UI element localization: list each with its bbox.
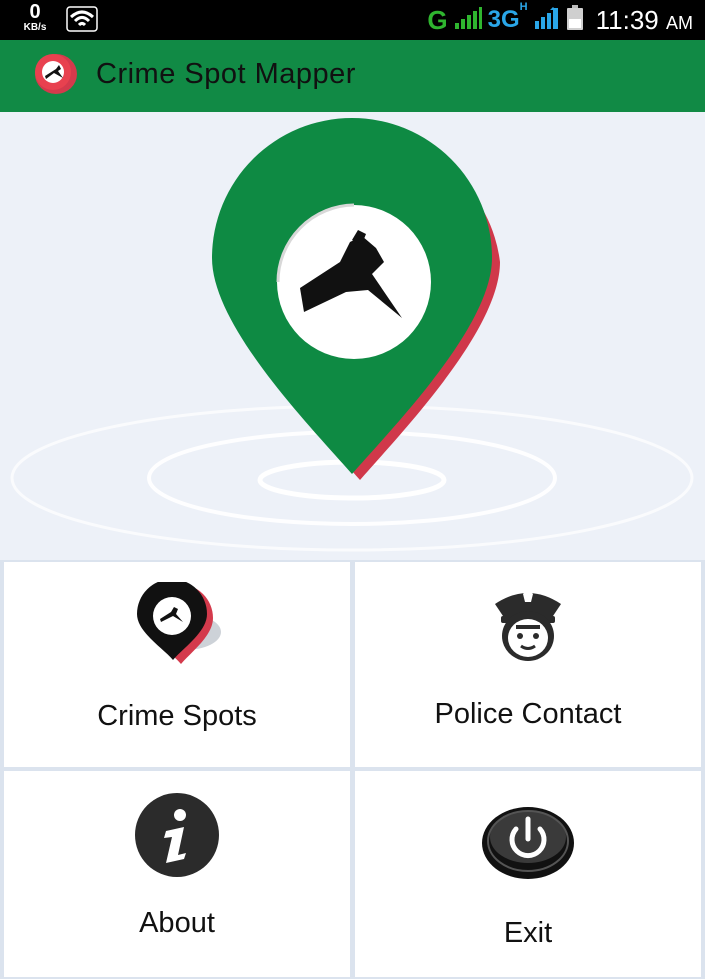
network-3g-indicator: 3GH	[487, 1, 528, 34]
data-rate-indicator: 0 KB/s	[18, 2, 52, 33]
clock-ampm: AM	[666, 12, 693, 33]
clock-time: 11:39	[595, 4, 659, 35]
status-bar: 0 KB/s G 3GH 11:39 AM	[0, 0, 705, 40]
crime-spots-tile[interactable]: Crime Spots	[4, 562, 350, 767]
crime-pin-icon	[127, 579, 227, 671]
crime-location-pin-icon	[10, 118, 694, 552]
about-tile[interactable]: About	[4, 771, 350, 977]
network-3g-label: 3G	[487, 6, 520, 33]
police-contact-label: Police Contact	[434, 698, 622, 730]
data-rate-unit: KB/s	[23, 22, 47, 33]
police-officer-icon	[483, 584, 573, 669]
status-bar-right: G 3GH 11:39 AM	[427, 0, 693, 40]
exit-tile[interactable]: Exit	[355, 771, 701, 977]
hero-banner	[0, 112, 705, 560]
about-label: About	[139, 907, 215, 939]
app-bar: Crime Spot Mapper	[0, 40, 705, 112]
exit-label: Exit	[503, 917, 553, 949]
wifi-icon	[66, 6, 98, 37]
menu-grid: Crime Spots Police Contact About Exit	[0, 560, 705, 979]
crime-spots-label: Crime Spots	[97, 700, 257, 732]
network-h-label: H	[519, 1, 528, 13]
status-clock: 11:39 AM	[596, 5, 693, 36]
power-icon	[478, 801, 578, 886]
data-rate-value: 0	[29, 1, 41, 23]
police-contact-tile[interactable]: Police Contact	[355, 562, 701, 767]
app-title: Crime Spot Mapper	[96, 58, 356, 90]
signal-strength-icon	[454, 6, 482, 34]
info-icon	[132, 791, 222, 886]
network-g-indicator: G	[427, 4, 448, 35]
signal-3g-icon	[534, 6, 560, 34]
battery-icon	[566, 4, 584, 36]
crime-pin-icon	[30, 52, 78, 103]
